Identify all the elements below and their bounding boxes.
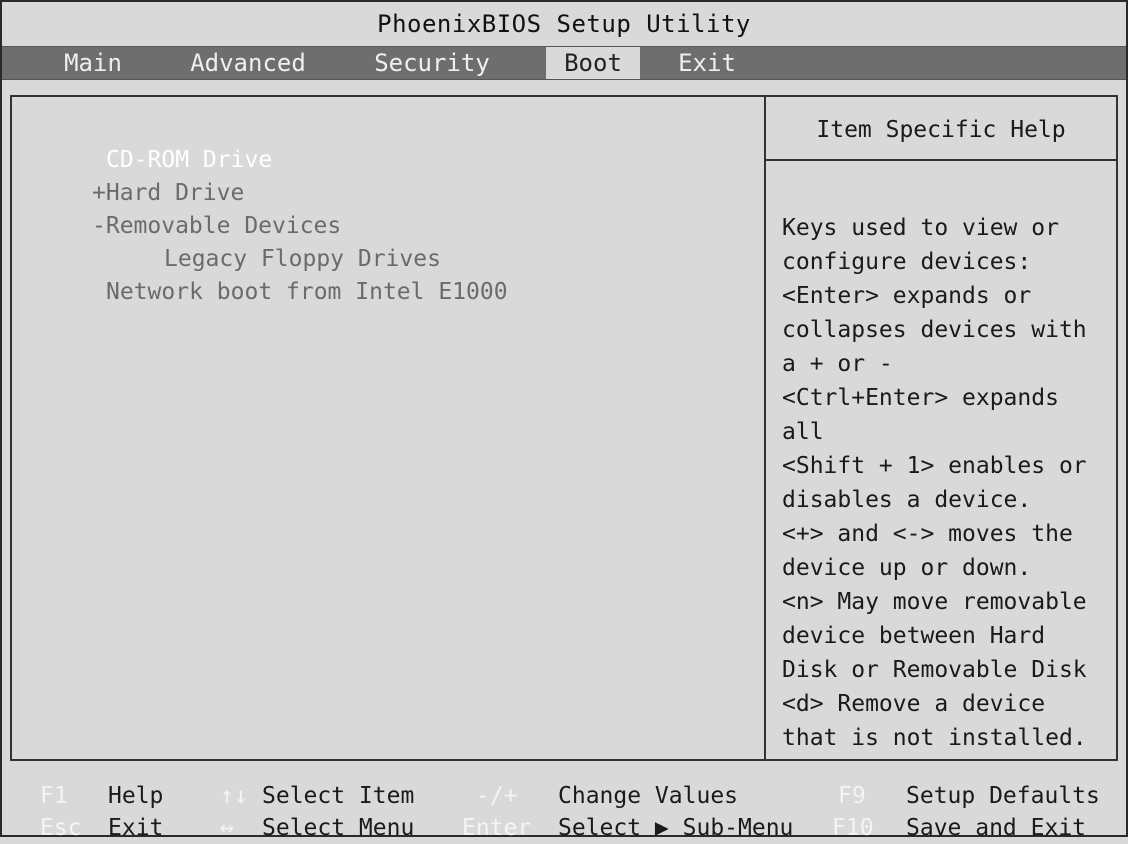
boot-order-list: CD-ROM Drive +Hard Drive -Removable Devi… bbox=[12, 97, 764, 759]
help-text: Keys used to view or configure devices: … bbox=[782, 211, 1112, 755]
help-line: all bbox=[782, 419, 824, 445]
key-f9[interactable]: F9 bbox=[838, 780, 866, 812]
help-line: <d> Remove a device bbox=[782, 691, 1046, 717]
help-line: Keys used to view or bbox=[782, 215, 1059, 241]
panel-divider bbox=[764, 97, 766, 759]
key-left-right-desc: Select Menu bbox=[262, 815, 415, 841]
key-esc[interactable]: Esc bbox=[40, 812, 82, 844]
tab-exit[interactable]: Exit bbox=[666, 47, 748, 79]
boot-item-legacy-floppy[interactable]: Legacy Floppy Drives bbox=[164, 246, 441, 272]
key-minus-plus-desc: Change Values bbox=[558, 783, 739, 809]
key-up-down[interactable]: ↑↓ bbox=[220, 780, 248, 812]
boot-item-cdrom[interactable]: CD-ROM Drive bbox=[106, 147, 272, 173]
tab-security[interactable]: Security bbox=[362, 47, 502, 79]
bios-window: PhoenixBIOS Setup Utility Main Advanced … bbox=[0, 0, 1128, 841]
key-enter-desc: Select ▶ Sub-Menu bbox=[558, 815, 794, 841]
key-f9-desc: Setup Defaults bbox=[906, 783, 1100, 809]
help-line: that is not installed. bbox=[782, 725, 1087, 751]
key-esc-desc: Exit bbox=[108, 815, 164, 841]
boot-item-removable-devices[interactable]: -Removable Devices bbox=[92, 213, 341, 239]
key-f1-desc: Help bbox=[108, 783, 164, 809]
help-line: <Shift + 1> enables or bbox=[782, 453, 1087, 479]
key-f10-desc: Save and Exit bbox=[906, 815, 1087, 841]
help-header-divider bbox=[766, 159, 1116, 161]
key-f1[interactable]: F1 bbox=[40, 780, 68, 812]
key-enter[interactable]: Enter bbox=[462, 812, 531, 844]
window-title: PhoenixBIOS Setup Utility bbox=[377, 10, 751, 38]
key-legend: F1 Help ↑↓ Select Item -/+ Change Values… bbox=[2, 770, 1126, 841]
tab-boot[interactable]: Boot bbox=[546, 47, 640, 79]
help-line: <Enter> expands or bbox=[782, 283, 1032, 309]
menu-bar: Main Advanced Security Boot Exit bbox=[2, 46, 1126, 80]
tab-advanced[interactable]: Advanced bbox=[178, 47, 318, 79]
tab-main[interactable]: Main bbox=[48, 47, 138, 79]
key-minus-plus[interactable]: -/+ bbox=[476, 780, 518, 812]
help-line: device up or down. bbox=[782, 555, 1032, 581]
key-left-right[interactable]: ↔ bbox=[220, 812, 234, 844]
help-line: <n> May move removable bbox=[782, 589, 1087, 615]
help-line: disables a device. bbox=[782, 487, 1032, 513]
help-line: <Ctrl+Enter> expands bbox=[782, 385, 1059, 411]
help-line: <+> and <-> moves the bbox=[782, 521, 1073, 547]
key-up-down-desc: Select Item bbox=[262, 783, 415, 809]
help-line: configure devices: bbox=[782, 249, 1032, 275]
help-header: Item Specific Help bbox=[816, 117, 1066, 143]
help-line: collapses devices with bbox=[782, 317, 1087, 343]
boot-panel: CD-ROM Drive +Hard Drive -Removable Devi… bbox=[10, 95, 1118, 761]
boot-item-hard-drive[interactable]: +Hard Drive bbox=[92, 180, 244, 206]
key-f10[interactable]: F10 bbox=[832, 812, 874, 844]
help-line: a + or - bbox=[782, 351, 893, 377]
help-line: Disk or Removable Disk bbox=[782, 657, 1087, 683]
help-line: device between Hard bbox=[782, 623, 1046, 649]
boot-item-network[interactable]: Network boot from Intel E1000 bbox=[106, 279, 508, 305]
